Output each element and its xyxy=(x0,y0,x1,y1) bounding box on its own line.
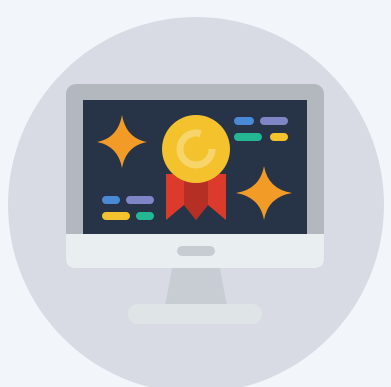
illustration xyxy=(0,0,391,387)
medal-icon xyxy=(162,115,230,183)
screen-line xyxy=(102,212,130,220)
screen-line xyxy=(270,133,288,141)
screen-line xyxy=(234,117,254,125)
screen-line xyxy=(234,133,262,141)
screen-line xyxy=(260,117,288,125)
screen-line xyxy=(102,196,120,204)
monitor-foot xyxy=(128,304,262,324)
power-button xyxy=(177,246,215,256)
screen-line xyxy=(126,196,154,204)
screen-line xyxy=(136,212,154,220)
computer-monitor-award-icon xyxy=(0,0,391,387)
